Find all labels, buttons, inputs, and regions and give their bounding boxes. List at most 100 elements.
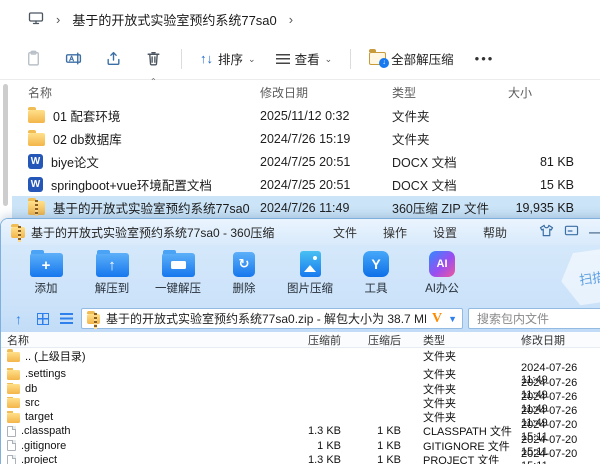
file-row[interactable]: 02 db数据库 2024/7/26 15:19 文件夹 xyxy=(12,127,600,150)
sort-button[interactable]: ↑↓ 排序 ⌄ xyxy=(191,43,265,75)
chevron-right-icon[interactable]: › xyxy=(289,12,293,27)
zip-column-headers: 名称 压缩前 压缩后 类型 修改日期 xyxy=(1,332,600,348)
column-header-name[interactable]: 名称 xyxy=(28,84,260,101)
entry-size-before: 1.3 KB xyxy=(307,454,341,464)
view-button[interactable]: 查看 ⌄ xyxy=(267,43,342,75)
folder-icon xyxy=(28,106,45,123)
chevron-down-icon: ⌄ xyxy=(324,54,333,64)
file-date: 2024/7/26 11:49 xyxy=(260,200,350,215)
zip-column-date[interactable]: 修改日期 xyxy=(515,332,600,348)
column-header-type[interactable]: 类型 xyxy=(392,84,502,101)
entry-name: .classpath xyxy=(21,425,71,438)
minimize-icon[interactable]: — xyxy=(589,225,600,239)
file-type: DOCX 文档 xyxy=(392,156,457,170)
list-view-button[interactable] xyxy=(57,309,76,328)
entry-size-after: 1 KB xyxy=(377,439,401,452)
explorer-column-headers: ⌃ 名称 修改日期 类型 大小 xyxy=(12,77,600,104)
zip-toolbar-button[interactable]: + 添加 xyxy=(17,250,75,296)
archive-path-bar[interactable]: 基于的开放式实验室预约系统77sa0.zip - 解包大小为 38.7 MB V… xyxy=(81,308,463,329)
zip-toolbar-label: 添加 xyxy=(34,283,58,295)
delete-button[interactable] xyxy=(134,43,172,75)
file-type: 360压缩 ZIP 文件 xyxy=(392,202,490,216)
svg-text:A: A xyxy=(69,56,74,63)
zip-file-icon xyxy=(87,310,100,329)
extract-to-icon: ↑ xyxy=(95,250,129,277)
archive-search-box[interactable] xyxy=(468,308,600,329)
file-size: 81 KB xyxy=(539,154,574,169)
zip-toolbar-label: 一键解压 xyxy=(155,283,201,295)
file-type: DOCX 文档 xyxy=(392,179,457,193)
zip-address-row: ↑ 基于的开放式实验室预约系统77sa0.zip - 解包大小为 38.7 MB… xyxy=(1,305,600,332)
folder-icon xyxy=(7,382,20,395)
zip-icon xyxy=(28,198,45,216)
file-icon xyxy=(7,454,16,464)
archive-entry-row[interactable]: .settings 文件夹 2024-07-26 11:49 xyxy=(1,362,600,386)
file-name: 02 db数据库 xyxy=(53,133,122,147)
zip-toolbar-label: 图片压缩 xyxy=(287,283,333,295)
chevron-right-icon: › xyxy=(56,11,61,27)
feedback-icon[interactable] xyxy=(564,224,579,240)
menu-item[interactable]: 帮助 xyxy=(483,224,507,241)
zip-toolbar-label: 删除 xyxy=(232,283,256,295)
zip-toolbar-button[interactable]: AI办公 xyxy=(413,251,471,296)
zip-column-name[interactable]: 名称 xyxy=(7,332,275,348)
zip-app-icon xyxy=(11,223,25,242)
zip-toolbar-button[interactable]: 删除 xyxy=(215,251,273,296)
entry-name: db xyxy=(25,382,38,395)
menu-item[interactable]: 文件 xyxy=(333,224,357,241)
up-level-button[interactable]: ↑ xyxy=(9,309,28,328)
folder-icon xyxy=(7,396,20,409)
column-header-size[interactable]: 大小 xyxy=(502,84,588,101)
zip-column-after[interactable]: 压缩后 xyxy=(347,332,407,348)
menu-item[interactable]: 设置 xyxy=(433,224,457,241)
entry-type: 文件夹 xyxy=(423,351,456,363)
scrollbar-thumb[interactable] xyxy=(3,84,8,206)
file-date: 2024/7/25 20:51 xyxy=(260,154,351,169)
file-row[interactable]: 01 配套环境 2025/11/12 0:32 文件夹 xyxy=(12,104,600,127)
dropdown-arrow-icon[interactable]: ▼ xyxy=(448,314,457,324)
entry-size-after: 1 KB xyxy=(377,454,401,464)
scan-promo-badge[interactable]: 扫描 xyxy=(557,245,600,309)
zip-toolbar-button[interactable]: ↑ 解压到 xyxy=(83,250,141,296)
entry-name: .gitignore xyxy=(21,439,67,452)
rename-button[interactable]: A xyxy=(54,43,92,75)
breadcrumb-current-folder[interactable]: 基于的开放式实验室预约系统77sa0 xyxy=(72,10,276,29)
more-options-button[interactable]: ••• xyxy=(465,51,505,66)
zip-column-type[interactable]: 类型 xyxy=(407,332,515,348)
extract-folder-icon: ↓ xyxy=(369,49,390,68)
explorer-toolbar: A ↑↓ 排序 ⌄ 查看 ⌄ ↓ 全部解压缩 ••• xyxy=(0,38,600,80)
extract-all-button[interactable]: ↓ 全部解压缩 xyxy=(360,43,463,75)
file-row[interactable]: springboot+vue环境配置文档 2024/7/25 20:51 DOC… xyxy=(12,173,600,196)
file-icon xyxy=(7,425,16,437)
menu-item[interactable]: 操作 xyxy=(383,224,407,241)
file-row[interactable]: 基于的开放式实验室预约系统77sa0 2024/7/26 11:49 360压缩… xyxy=(12,196,600,219)
file-name: biye论文 xyxy=(51,156,99,170)
zip-toolbar-button[interactable]: 工具 xyxy=(347,251,405,296)
zip-titlebar[interactable]: 基于的开放式实验室预约系统77sa0 - 360压缩 文件 操作 设置 帮助 — xyxy=(1,219,600,245)
extract-all-label: 全部解压缩 xyxy=(391,53,454,67)
sort-label: 排序 xyxy=(218,53,244,67)
toolbar-divider xyxy=(181,48,182,69)
this-pc-icon[interactable] xyxy=(28,10,44,29)
skin-theme-icon[interactable] xyxy=(539,224,554,240)
file-name: 01 配套环境 xyxy=(53,110,121,124)
file-date: 2024/7/25 20:51 xyxy=(260,177,351,192)
share-button[interactable] xyxy=(94,43,132,75)
chevron-down-icon: ⌄ xyxy=(248,54,256,64)
archive-search-input[interactable] xyxy=(475,310,598,327)
zip-toolbar-buttons: + 添加 ↑ 解压到 一键解压 删除 xyxy=(17,250,471,296)
zip-toolbar-button[interactable]: 一键解压 xyxy=(149,250,207,296)
paste-button[interactable] xyxy=(14,43,52,75)
zip-column-before[interactable]: 压缩前 xyxy=(275,332,347,348)
entry-name: .project xyxy=(21,454,58,464)
entry-size-after: 1 KB xyxy=(377,425,401,438)
thumbnail-view-button[interactable] xyxy=(33,309,52,328)
column-header-date[interactable]: 修改日期 xyxy=(260,84,392,101)
file-type: 文件夹 xyxy=(392,133,430,147)
zip-toolbar-button[interactable]: 图片压缩 xyxy=(281,251,339,296)
entry-name: target xyxy=(25,411,54,424)
file-date: 2025/11/12 0:32 xyxy=(260,108,350,123)
word-icon xyxy=(28,177,43,192)
file-row[interactable]: biye论文 2024/7/25 20:51 DOCX 文档 81 KB xyxy=(12,150,600,173)
archive-entry-row[interactable]: .. (上级目录) 文件夹 xyxy=(1,348,600,363)
